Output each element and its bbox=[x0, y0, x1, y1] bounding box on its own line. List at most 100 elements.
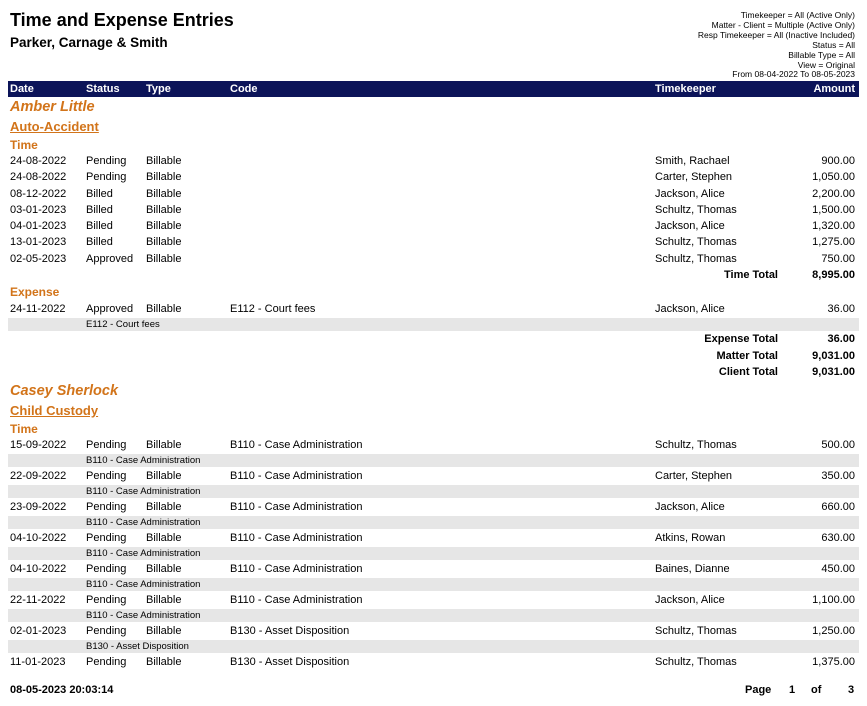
client-name: Amber Little bbox=[10, 99, 95, 115]
entry-status: Pending bbox=[86, 594, 127, 606]
entry-status: Pending bbox=[86, 470, 127, 482]
entry-row: 02-01-2023 Pending Billable B130 - Asset Di… bbox=[8, 624, 859, 640]
entry-status: Pending bbox=[86, 439, 127, 451]
entry-description: B110 - Case Administration bbox=[86, 517, 201, 528]
entry-timekeeper: Carter, Stephen bbox=[655, 171, 733, 183]
entry-timekeeper: Schultz, Thomas bbox=[655, 253, 737, 265]
entry-amount: 660.00 bbox=[821, 501, 855, 513]
entry-timekeeper: Schultz, Thomas bbox=[655, 656, 737, 668]
entry-row: 11-01-2023 Pending Billable B130 - Asset Di… bbox=[8, 655, 859, 671]
report-title: Time and Expense Entries bbox=[10, 10, 234, 30]
entry-description-row: B110 - Case Administration bbox=[8, 485, 859, 498]
entry-date: 24-11-2022 bbox=[10, 303, 66, 315]
entry-amount: 1,100.00 bbox=[812, 594, 855, 606]
matter-total: Matter Total 9,031.00 bbox=[8, 349, 859, 364]
entry-status: Pending bbox=[86, 563, 127, 575]
entry-row: 04-10-2022 Pending Billable B110 - Case Adm… bbox=[8, 531, 859, 547]
entry-status: Pending bbox=[86, 625, 127, 637]
entry-row: 24-08-2022 Pending Billable Carter, Stephen… bbox=[8, 170, 859, 186]
entry-timekeeper: Jackson, Alice bbox=[655, 501, 725, 513]
entry-description: B110 - Case Administration bbox=[86, 579, 201, 590]
expense-total-value: 36.00 bbox=[827, 333, 855, 345]
entry-date: 04-10-2022 bbox=[10, 563, 67, 575]
entry-type: Billable bbox=[146, 253, 182, 265]
entry-description-row: B130 - Asset Disposition bbox=[8, 640, 859, 653]
time-section-label: Time bbox=[10, 422, 38, 436]
entry-row: 13-01-2023 Billed Billable Schultz, Thomas 1… bbox=[8, 235, 859, 251]
entry-status: Billed bbox=[86, 188, 113, 200]
entry-type: Billable bbox=[146, 563, 182, 575]
entry-code: B110 - Case Administration bbox=[230, 501, 363, 513]
print-timestamp: 08-05-2023 20:03:14 bbox=[10, 684, 114, 696]
expense-section-label: Expense bbox=[10, 285, 60, 299]
entry-row: 24-11-2022 Approved Billable E112 - Court f… bbox=[8, 302, 859, 318]
entry-timekeeper: Jackson, Alice bbox=[655, 188, 725, 200]
entry-status: Pending bbox=[86, 171, 127, 183]
entry-date: 03-01-2023 bbox=[10, 204, 67, 216]
entry-timekeeper: Carter, Stephen bbox=[655, 470, 733, 482]
entry-code: B110 - Case Administration bbox=[230, 563, 363, 575]
entry-amount: 450.00 bbox=[821, 563, 855, 575]
entry-description: B110 - Case Administration bbox=[86, 486, 201, 497]
entry-row: 02-05-2023 Approved Billable Schultz, Thoma… bbox=[8, 252, 859, 268]
entry-type: Billable bbox=[146, 303, 182, 315]
entry-type: Billable bbox=[146, 656, 182, 668]
matter-name: Child Custody bbox=[10, 403, 99, 418]
entry-timekeeper: Jackson, Alice bbox=[655, 594, 725, 606]
entry-row: 04-01-2023 Billed Billable Jackson, Alice 1,… bbox=[8, 219, 859, 235]
entry-timekeeper: Smith, Rachael bbox=[655, 155, 730, 167]
entry-description-row: B110 - Case Administration bbox=[8, 516, 859, 529]
page-label: Page bbox=[745, 684, 772, 696]
matter-name: Auto-Accident bbox=[10, 119, 99, 134]
time-total-value: 8,995.00 bbox=[812, 269, 855, 281]
entry-type: Billable bbox=[146, 439, 182, 451]
entry-amount: 900.00 bbox=[821, 155, 855, 167]
entry-timekeeper: Baines, Dianne bbox=[655, 563, 730, 575]
entry-date: 04-01-2023 bbox=[10, 220, 67, 232]
entry-row: 04-10-2022 Pending Billable B110 - Case Adm… bbox=[8, 562, 859, 578]
entry-code: B110 - Case Administration bbox=[230, 470, 363, 482]
client-total-value: 9,031.00 bbox=[812, 366, 855, 378]
column-header-status: Status bbox=[86, 83, 120, 95]
entry-type: Billable bbox=[146, 188, 182, 200]
entry-description-row: B110 - Case Administration bbox=[8, 547, 859, 560]
entry-row: 22-11-2022 Pending Billable B110 - Case Adm… bbox=[8, 593, 859, 609]
entry-code: B110 - Case Administration bbox=[230, 594, 363, 606]
entry-amount: 1,320.00 bbox=[812, 220, 855, 232]
entry-amount: 750.00 bbox=[821, 253, 855, 265]
entry-amount: 1,250.00 bbox=[812, 625, 855, 637]
entry-status: Approved bbox=[86, 253, 134, 265]
entry-type: Billable bbox=[146, 501, 182, 513]
entry-type: Billable bbox=[146, 155, 182, 167]
client-total-label: Client Total bbox=[718, 366, 778, 378]
entry-description-row: B110 - Case Administration bbox=[8, 578, 859, 591]
entry-amount: 1,050.00 bbox=[812, 171, 855, 183]
column-header-date: Date bbox=[10, 83, 34, 95]
entry-timekeeper: Jackson, Alice bbox=[655, 303, 725, 315]
entry-code: B130 - Asset Disposition bbox=[230, 656, 350, 668]
entry-date: 04-10-2022 bbox=[10, 532, 67, 544]
entry-type: Billable bbox=[146, 470, 182, 482]
entry-row: 22-09-2022 Pending Billable B110 - Case Adm… bbox=[8, 469, 859, 485]
entry-row: 15-09-2022 Pending Billable B110 - Case Adm… bbox=[8, 438, 859, 454]
entry-date: 22-09-2022 bbox=[10, 470, 67, 482]
entry-description-row: E112 - Court fees bbox=[8, 318, 859, 331]
entry-amount: 630.00 bbox=[821, 532, 855, 544]
column-header-bar: Date Status Type Code Timekeeper Amount bbox=[8, 81, 859, 97]
firm-name: Parker, Carnage & Smith bbox=[10, 35, 168, 50]
entry-timekeeper: Jackson, Alice bbox=[655, 220, 725, 232]
entry-date: 08-12-2022 bbox=[10, 188, 67, 200]
entry-row: 03-01-2023 Billed Billable Schultz, Thomas 1… bbox=[8, 203, 859, 219]
entry-status: Billed bbox=[86, 236, 113, 248]
entry-status: Billed bbox=[86, 220, 113, 232]
column-header-type: Type bbox=[146, 83, 171, 95]
entry-amount: 1,500.00 bbox=[812, 204, 855, 216]
entry-row: 08-12-2022 Billed Billable Jackson, Alice 2,… bbox=[8, 187, 859, 203]
entry-timekeeper: Atkins, Rowan bbox=[655, 532, 726, 544]
entry-amount: 500.00 bbox=[821, 439, 855, 451]
entry-type: Billable bbox=[146, 171, 182, 183]
entry-description: B110 - Case Administration bbox=[86, 548, 201, 559]
entry-date: 15-09-2022 bbox=[10, 439, 67, 451]
entry-code: B110 - Case Administration bbox=[230, 439, 363, 451]
entry-description-row: B110 - Case Administration bbox=[8, 454, 859, 467]
